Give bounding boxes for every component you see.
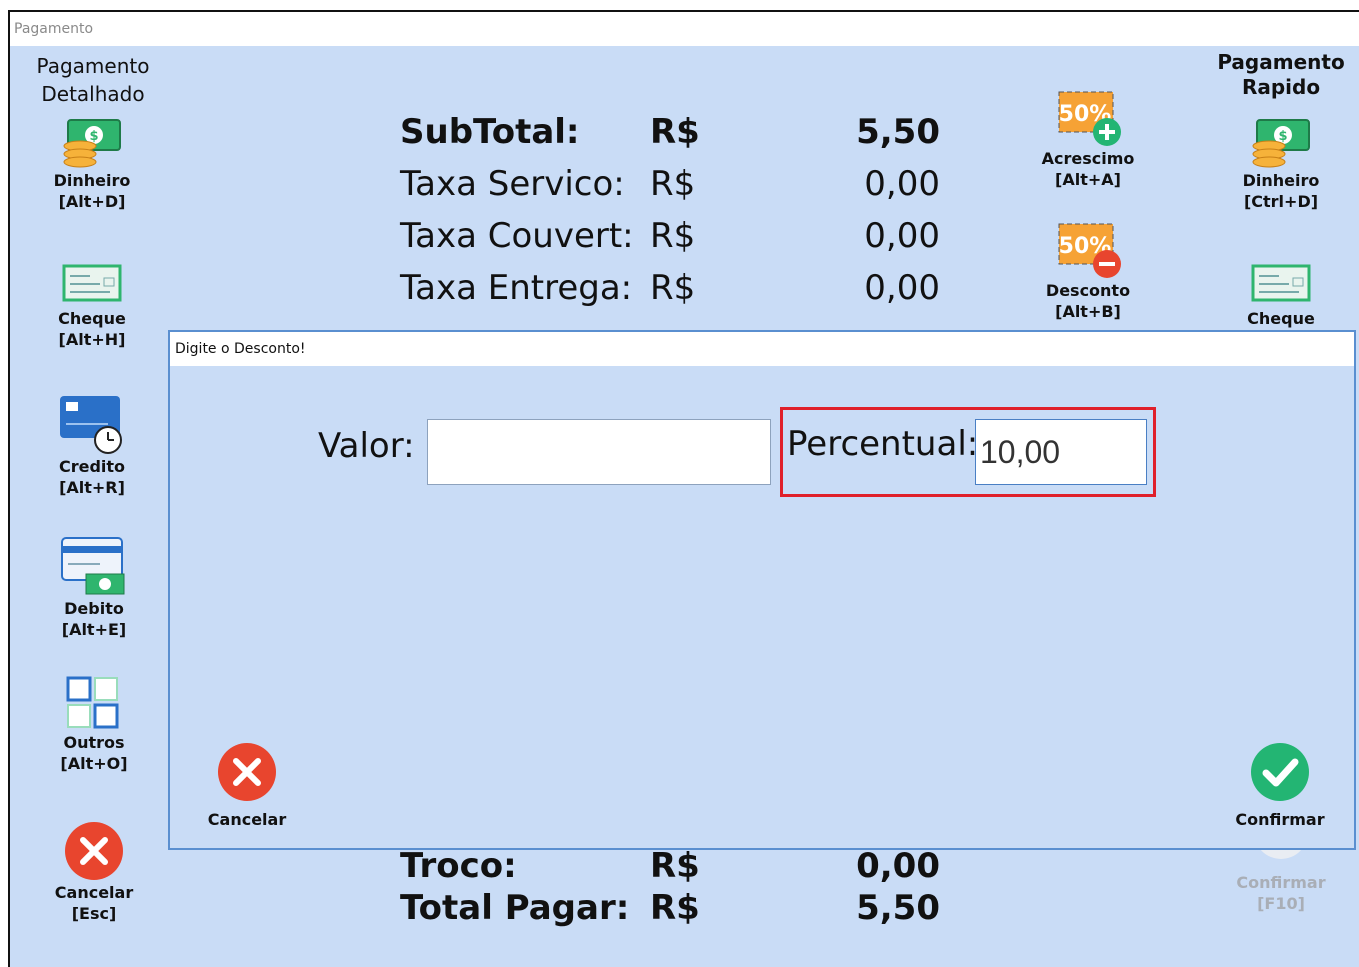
quick-check-button[interactable]: Cheque bbox=[1221, 260, 1341, 329]
payment-window: Pagamento Pagamento Detalhado Pagamento … bbox=[8, 10, 1359, 967]
cancel-icon bbox=[65, 822, 123, 880]
dialog-title: Digite o Desconto! bbox=[170, 332, 1354, 366]
svg-text:$: $ bbox=[1278, 129, 1287, 144]
percentual-label: Percentual: bbox=[787, 424, 979, 464]
svg-text:$: $ bbox=[89, 129, 98, 144]
delivery-fee-row: Taxa Entrega: R$ 0,00 bbox=[400, 268, 940, 308]
grid-icon bbox=[66, 676, 119, 729]
credit-card-icon bbox=[60, 396, 122, 454]
service-fee-row: Taxa Servico: R$ 0,00 bbox=[400, 164, 940, 204]
confirm-icon bbox=[1251, 743, 1309, 801]
percentual-input[interactable] bbox=[975, 419, 1147, 485]
check-icon bbox=[1251, 264, 1311, 302]
valor-label: Valor: bbox=[318, 426, 415, 466]
percent-minus-icon: 50% bbox=[1058, 223, 1121, 278]
total-due-row: Total Pagar: R$ 5,50 bbox=[400, 888, 940, 928]
discount-button[interactable]: 50% Desconto [Alt+B] bbox=[1028, 220, 1148, 322]
couvert-fee-row: Taxa Couvert: R$ 0,00 bbox=[400, 216, 940, 256]
money-icon: $ bbox=[1252, 119, 1310, 168]
valor-input[interactable] bbox=[427, 419, 771, 485]
quick-payment-header: Pagamento Rapido bbox=[1217, 50, 1345, 99]
pay-cash-button[interactable]: $ Dinheiro [Alt+D] bbox=[32, 116, 152, 212]
cancel-payment-button[interactable]: Cancelar [Esc] bbox=[34, 820, 154, 924]
pay-check-button[interactable]: Cheque [Alt+H] bbox=[32, 260, 152, 350]
check-icon bbox=[62, 264, 122, 302]
detailed-payment-header: Pagamento Detalhado bbox=[36, 54, 150, 106]
window-title: Pagamento bbox=[10, 12, 1359, 46]
pay-debit-button[interactable]: Debito [Alt+E] bbox=[34, 536, 154, 640]
discount-dialog: Digite o Desconto! Valor: Percentual: Ca… bbox=[168, 330, 1356, 850]
pay-credit-button[interactable]: Credito [Alt+R] bbox=[32, 394, 152, 498]
money-icon: $ bbox=[63, 119, 121, 168]
pay-other-button[interactable]: Outros [Alt+O] bbox=[34, 674, 154, 774]
percent-plus-icon: 50% bbox=[1058, 91, 1121, 146]
debit-card-icon bbox=[61, 537, 125, 595]
dialog-confirm-button[interactable]: Confirmar bbox=[1222, 742, 1338, 829]
surcharge-button[interactable]: 50% Acrescimo [Alt+A] bbox=[1028, 88, 1148, 190]
dialog-cancel-button[interactable]: Cancelar bbox=[192, 742, 302, 829]
cancel-icon bbox=[218, 743, 276, 801]
quick-cash-button[interactable]: $ Dinheiro [Ctrl+D] bbox=[1221, 116, 1341, 212]
subtotal-row: SubTotal: R$ 5,50 bbox=[400, 112, 940, 152]
